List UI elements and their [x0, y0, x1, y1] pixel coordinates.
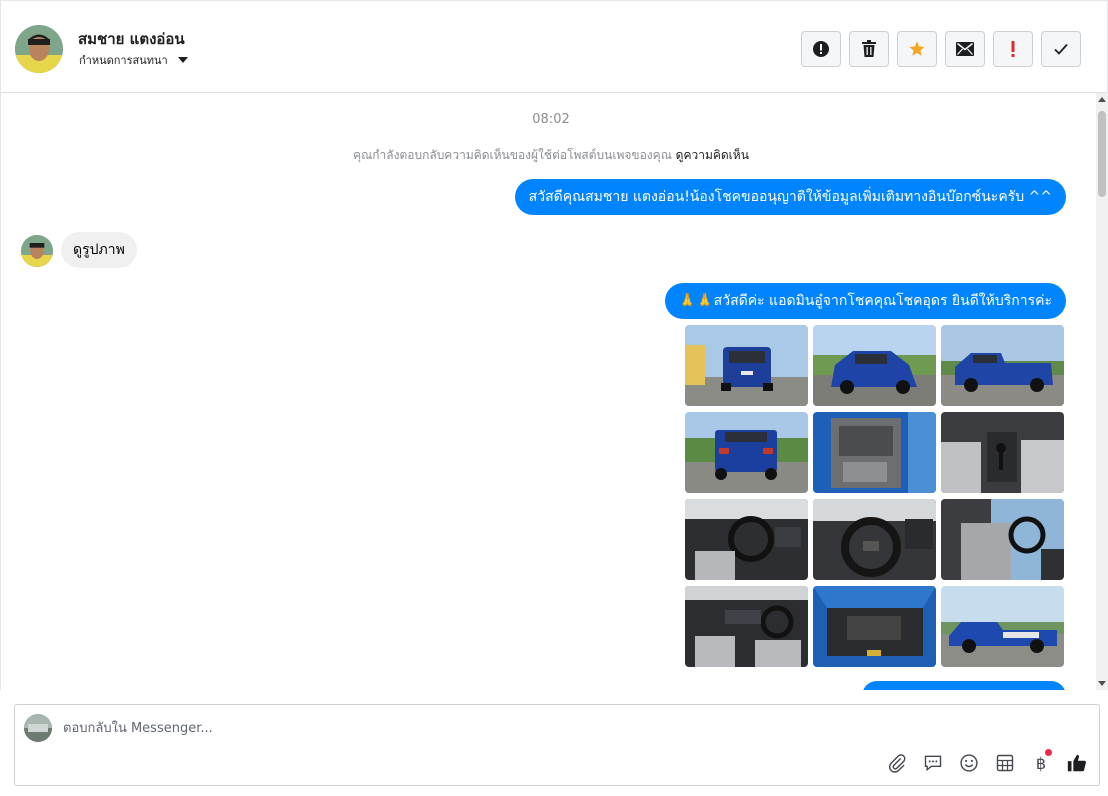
attach-button[interactable] — [885, 751, 909, 775]
truck-interior-photo[interactable] — [685, 586, 808, 667]
scroll-thumb[interactable] — [1098, 111, 1106, 197]
incoming-message[interactable]: ดูรูปภาพ — [61, 232, 137, 268]
notification-dot — [1045, 749, 1052, 756]
like-button[interactable] — [1065, 751, 1089, 775]
contact-name: สมชาย แตงอ่อน — [78, 30, 185, 48]
conversation-header: สมชาย แตงอ่อน กำหนดการสนทนา — [0, 0, 1108, 93]
message-thread[interactable]: 08:02 คุณกำลังตอบกลับความคิดเห็นของผู้ใช… — [0, 93, 1096, 690]
star-button[interactable] — [897, 31, 937, 67]
emoji-button[interactable] — [957, 751, 981, 775]
outgoing-message[interactable]: 🙏🙏สวัสดีค่ะ แอดมินอู๋จากโชคคุณโชคอุดร ยิ… — [664, 283, 1066, 319]
table-icon — [996, 754, 1014, 772]
truck-interior-photo[interactable] — [685, 499, 808, 580]
outgoing-message-partial[interactable] — [862, 681, 1066, 690]
reply-input[interactable] — [63, 717, 963, 739]
composer-tools: ฿ — [885, 749, 1089, 775]
envelope-icon — [956, 42, 974, 56]
conversation-toolbar — [801, 31, 1081, 67]
contact-avatar[interactable] — [15, 25, 63, 73]
mark-important-button[interactable] — [993, 31, 1033, 67]
exclamation-icon — [1011, 41, 1015, 57]
report-spam-button[interactable] — [801, 31, 841, 67]
check-icon — [1054, 43, 1068, 55]
photo-attachment-grid — [685, 325, 1066, 667]
truck-interior-photo[interactable] — [941, 499, 1064, 580]
truck-interior-photo[interactable] — [941, 412, 1064, 493]
comment-reply-notice: คุณกำลังตอบกลับความคิดเห็นของผู้ใช้ต่อโพ… — [1, 146, 1096, 165]
alert-circle-icon — [813, 41, 829, 57]
paperclip-icon — [888, 754, 906, 773]
outgoing-message[interactable]: สวัสดีคุณสมชาย แตงอ่อน!น้องโชคขออนุญาติใ… — [514, 179, 1066, 215]
chat-bubble-icon — [924, 755, 942, 772]
thumbs-up-icon — [1067, 754, 1086, 772]
truck-side-photo[interactable] — [941, 586, 1064, 667]
sender-avatar[interactable] — [21, 235, 53, 267]
truck-photo[interactable] — [941, 325, 1064, 406]
scroll-down-arrow-icon[interactable] — [1098, 681, 1106, 686]
message-timestamp: 08:02 — [532, 112, 570, 127]
emoji-icon — [960, 754, 978, 772]
truck-photo[interactable] — [813, 325, 936, 406]
saved-replies-button[interactable] — [921, 751, 945, 775]
caret-down-icon — [177, 57, 188, 63]
mark-done-button[interactable] — [1041, 31, 1081, 67]
star-icon — [909, 41, 925, 56]
table-button[interactable] — [993, 751, 1017, 775]
mark-unread-button[interactable] — [945, 31, 985, 67]
assign-conversation-dropdown[interactable]: กำหนดการสนทนา — [79, 51, 188, 69]
payment-button[interactable]: ฿ — [1029, 749, 1053, 775]
page-avatar — [24, 714, 52, 742]
truck-photo[interactable] — [685, 412, 808, 493]
delete-button[interactable] — [849, 31, 889, 67]
message-composer: ฿ — [14, 704, 1100, 786]
trash-icon — [862, 40, 876, 57]
truck-engine-photo[interactable] — [813, 586, 936, 667]
thread-scrollbar[interactable] — [1096, 93, 1108, 690]
scroll-up-arrow-icon[interactable] — [1098, 97, 1106, 102]
assign-conversation-label: กำหนดการสนทนา — [79, 54, 168, 67]
view-comment-link[interactable]: ดูความคิดเห็น — [676, 148, 749, 162]
truck-photo[interactable] — [685, 325, 808, 406]
notice-text: คุณกำลังตอบกลับความคิดเห็นของผู้ใช้ต่อโพ… — [353, 148, 672, 162]
truck-interior-photo[interactable] — [813, 412, 936, 493]
truck-interior-photo[interactable] — [813, 499, 936, 580]
baht-icon: ฿ — [1035, 753, 1047, 773]
